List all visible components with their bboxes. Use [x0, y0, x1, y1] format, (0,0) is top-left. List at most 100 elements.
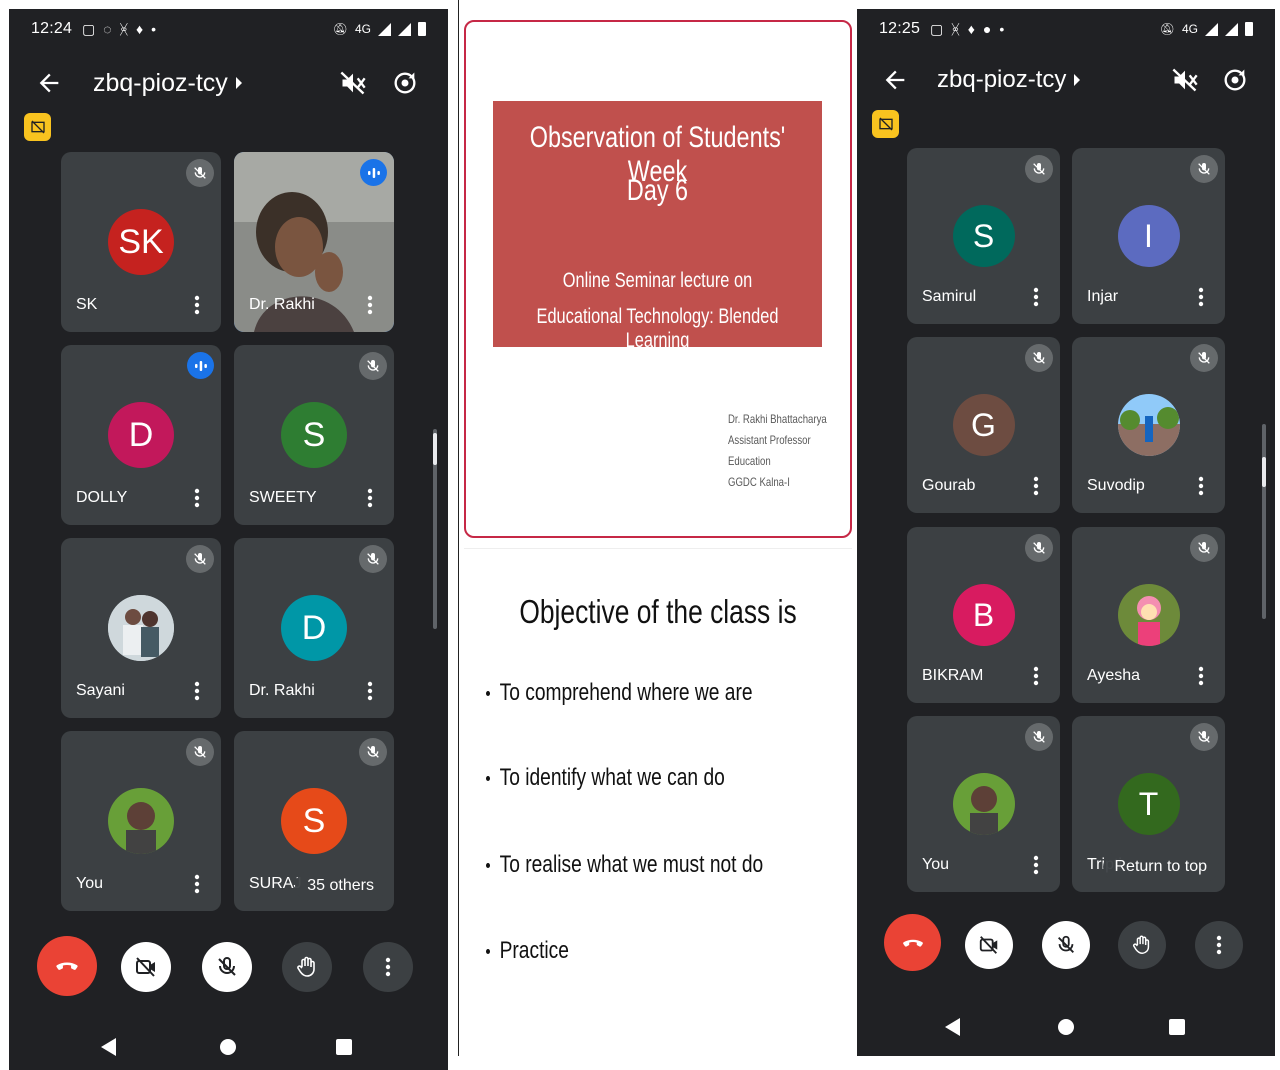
android-nav-bar	[9, 1027, 448, 1067]
more-vert-icon[interactable]	[360, 680, 380, 702]
scroll-thumb[interactable]	[433, 433, 437, 465]
participant-tile-suvodip[interactable]: Suvodip	[1072, 337, 1225, 513]
bullet-item: To identify what we can do	[486, 764, 725, 792]
nav-back-icon[interactable]	[101, 1038, 116, 1056]
participant-tile-sweety[interactable]: S SWEETY	[234, 345, 394, 525]
dot-icon: •	[151, 20, 157, 37]
more-vert-icon[interactable]	[187, 487, 207, 509]
mic-toggle-button[interactable]	[202, 942, 252, 992]
meeting-code[interactable]: zbq-pioz-tcy	[937, 66, 1066, 94]
nav-recents-icon[interactable]	[336, 1039, 352, 1055]
location-icon: ♦	[136, 20, 144, 37]
more-vert-icon[interactable]	[1191, 286, 1211, 308]
speaker-off-icon[interactable]	[1171, 66, 1199, 94]
participant-tile-bikram[interactable]: B BIKRAM	[907, 527, 1060, 703]
nav-home-icon[interactable]	[1058, 1019, 1074, 1035]
participant-name: Dr. Rakhi	[249, 682, 315, 699]
objective-title: Objective of the class is	[519, 593, 797, 630]
participant-tile-ayesha[interactable]: Ayesha	[1072, 527, 1225, 703]
more-vert-icon[interactable]	[1191, 475, 1211, 497]
more-vert-icon[interactable]	[1026, 854, 1046, 876]
author-college: GGDC Kalna-I	[728, 475, 790, 489]
camera-toggle-button[interactable]	[121, 942, 171, 992]
more-vert-icon[interactable]	[1026, 475, 1046, 497]
more-vert-icon[interactable]	[187, 680, 207, 702]
android-nav-bar	[857, 1007, 1275, 1047]
raise-hand-button[interactable]	[1118, 921, 1166, 969]
more-options-button[interactable]	[1195, 921, 1243, 969]
recording-notice-badge[interactable]	[24, 113, 51, 141]
mic-off-icon	[1025, 534, 1053, 562]
mic-off-icon	[359, 545, 387, 573]
caret-right-icon[interactable]	[1074, 74, 1081, 86]
raise-hand-button[interactable]	[282, 942, 332, 992]
video-off-icon	[979, 936, 998, 954]
mic-off-icon	[186, 159, 214, 187]
recording-notice-badge[interactable]	[872, 110, 899, 138]
participant-name: DOLLY	[76, 489, 128, 506]
participant-name: SK	[76, 296, 98, 313]
others-chip[interactable]: 35 others	[295, 871, 386, 901]
participant-tile-gourab[interactable]: G Gourab	[907, 337, 1060, 513]
speaker-off-icon[interactable]	[339, 69, 367, 97]
more-vert-icon[interactable]	[1191, 665, 1211, 687]
more-options-button[interactable]	[363, 942, 413, 992]
mute-bell-icon: 🔕︎	[1159, 22, 1175, 36]
more-vert-icon[interactable]	[360, 487, 380, 509]
signal-icon	[378, 22, 391, 36]
switch-camera-icon[interactable]	[1221, 66, 1249, 94]
mic-toggle-button[interactable]	[1042, 921, 1090, 969]
participant-name: Injar	[1087, 288, 1119, 305]
speaking-indicator-icon	[187, 352, 214, 379]
participant-tile-dolly[interactable]: D DOLLY	[61, 345, 221, 525]
participant-tile-suraj[interactable]: S SURAJ 35 others	[234, 731, 394, 911]
nav-recents-icon[interactable]	[1169, 1019, 1185, 1035]
switch-camera-icon[interactable]	[391, 69, 419, 97]
avatar-photo	[1117, 584, 1180, 646]
participant-tile-you[interactable]: You	[61, 731, 221, 911]
signal-icon-2	[398, 22, 411, 36]
mic-off-icon	[186, 738, 214, 766]
nav-home-icon[interactable]	[220, 1039, 236, 1055]
participant-tile-dr-rakhi[interactable]: D Dr. Rakhi	[234, 538, 394, 718]
return-to-top-chip[interactable]: Return to top	[1102, 852, 1219, 882]
more-vert-icon[interactable]	[187, 873, 207, 895]
network-label: 4G	[354, 22, 371, 36]
more-vert-icon[interactable]	[187, 294, 207, 316]
record-icon: ●	[982, 20, 992, 37]
scroll-thumb[interactable]	[1262, 457, 1266, 487]
participant-name: Ayesha	[1087, 667, 1141, 684]
participant-tile-injar[interactable]: I Injar	[1072, 148, 1225, 324]
avatar: B	[952, 584, 1015, 646]
participant-tile-tripti[interactable]: T Tripti Return to top	[1072, 716, 1225, 892]
camera-toggle-button[interactable]	[965, 921, 1013, 969]
back-arrow-icon[interactable]	[35, 69, 63, 97]
status-time: 12:25	[879, 20, 921, 37]
more-vert-icon[interactable]	[360, 294, 380, 316]
participant-tile-samirul[interactable]: S Samirul	[907, 148, 1060, 324]
participant-tile-dr-rakhi-video[interactable]: Dr. Rakhi	[234, 152, 394, 332]
mic-off-icon	[1025, 155, 1053, 183]
end-call-button[interactable]	[884, 914, 941, 971]
presentation-slides: Observation of Students' Week Day 6 Onli…	[459, 0, 857, 1056]
meeting-code[interactable]: zbq-pioz-tcy	[93, 69, 228, 98]
bullet-item: Practice	[486, 937, 569, 965]
avatar-photo	[952, 773, 1015, 835]
participant-name: SURAJ	[249, 875, 302, 892]
dot-icon: •	[999, 20, 1005, 37]
mic-off-icon	[186, 545, 214, 573]
nav-back-icon[interactable]	[945, 1018, 960, 1036]
meeting-header: zbq-pioz-tcy	[9, 61, 448, 105]
more-vert-icon[interactable]	[1026, 286, 1046, 308]
mic-off-icon	[1190, 344, 1218, 372]
scroll-track[interactable]	[1262, 424, 1266, 619]
participant-tile-sk[interactable]: SK SK	[61, 152, 221, 332]
participant-tile-sayani[interactable]: Sayani	[61, 538, 221, 718]
participant-tile-you[interactable]: You	[907, 716, 1060, 892]
participant-name: Sayani	[76, 682, 125, 699]
caret-right-icon[interactable]	[235, 77, 242, 89]
avatar: T	[1117, 773, 1180, 835]
more-vert-icon[interactable]	[1026, 665, 1046, 687]
back-arrow-icon[interactable]	[881, 66, 909, 94]
end-call-button[interactable]	[37, 936, 97, 996]
